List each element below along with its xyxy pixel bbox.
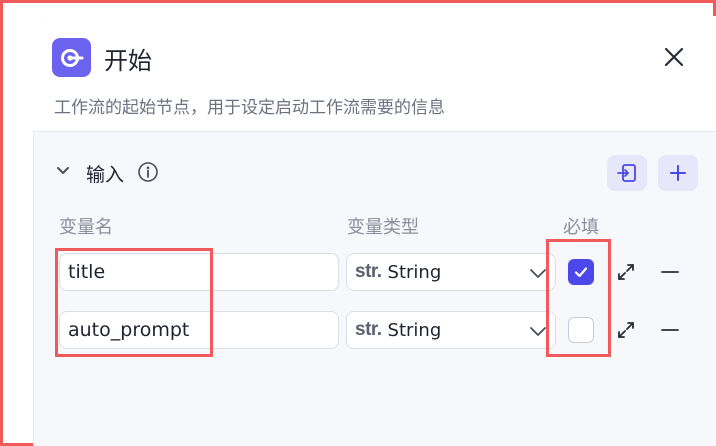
required-checkbox[interactable] (568, 259, 594, 285)
page-title: 开始 (104, 47, 152, 75)
minus-icon (661, 271, 679, 273)
string-type-icon: str. (355, 261, 382, 282)
variable-type-select[interactable]: str. String (346, 253, 556, 291)
chevron-down-icon (57, 167, 69, 174)
column-header-required: 必填 (563, 217, 599, 238)
add-variable-button[interactable] (658, 155, 698, 191)
checkmark-icon (574, 267, 588, 278)
column-header-name: 变量名 (59, 217, 113, 238)
info-icon[interactable] (137, 161, 159, 183)
string-type-icon: str. (355, 319, 382, 340)
variable-type-value: String (387, 319, 442, 341)
collapse-toggle[interactable] (52, 160, 74, 182)
node-description: 工作流的起始节点，用于设定启动工作流需要的信息 (54, 98, 445, 118)
chevron-down-icon (530, 327, 546, 336)
close-icon (664, 47, 684, 67)
import-variables-button[interactable] (607, 155, 647, 191)
column-header-type: 变量类型 (347, 217, 419, 238)
start-node-icon (52, 38, 91, 77)
variable-type-select[interactable]: str. String (346, 311, 556, 349)
chevron-down-icon (530, 269, 546, 278)
remove-row-button[interactable] (659, 319, 681, 341)
close-button[interactable] (659, 42, 689, 72)
minus-icon (661, 329, 679, 331)
required-checkbox[interactable] (568, 317, 594, 343)
plus-icon (670, 165, 686, 181)
variable-name-input[interactable]: title (59, 253, 339, 291)
remove-row-button[interactable] (659, 261, 681, 283)
expand-icon[interactable] (615, 319, 637, 341)
variable-type-value: String (387, 261, 442, 283)
variable-name-input[interactable]: auto_prompt (59, 311, 339, 349)
section-title: 输入 (86, 164, 125, 186)
import-icon (617, 164, 636, 182)
expand-icon[interactable] (615, 261, 637, 283)
